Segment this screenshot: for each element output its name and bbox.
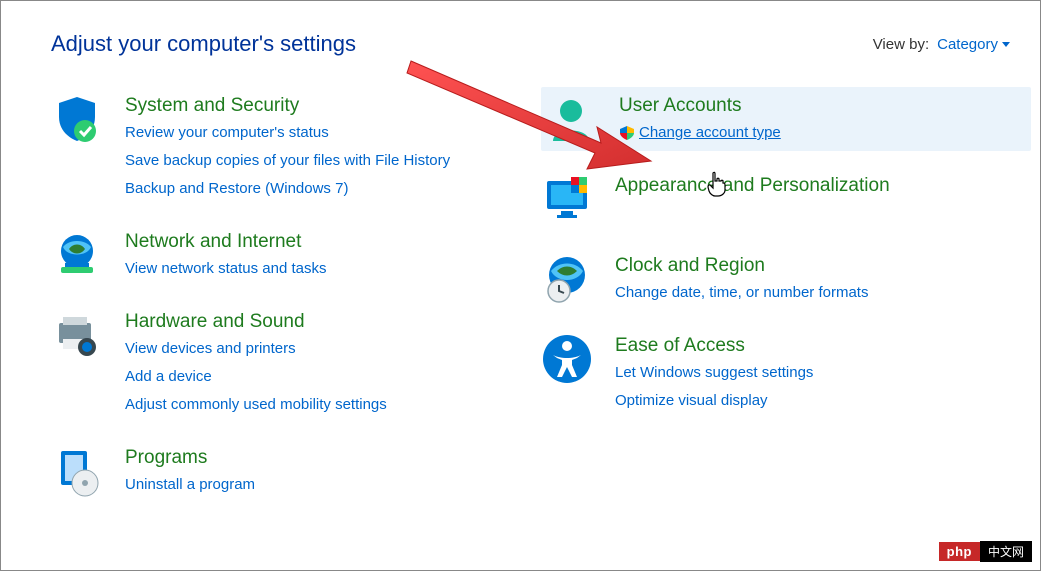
viewby-label: View by: bbox=[873, 36, 929, 53]
right-column: User Accounts Change account type Appear… bbox=[541, 87, 1031, 519]
category-clock-region: Clock and Region Change date, time, or n… bbox=[541, 247, 1031, 311]
link-file-history[interactable]: Save backup copies of your files with Fi… bbox=[125, 149, 450, 173]
link-devices-printers[interactable]: View devices and printers bbox=[125, 337, 387, 361]
printer-camera-icon bbox=[51, 309, 103, 361]
watermark-red-text: php bbox=[939, 542, 980, 561]
shield-check-icon bbox=[51, 93, 103, 145]
link-backup-restore[interactable]: Backup and Restore (Windows 7) bbox=[125, 177, 450, 201]
category-ease-access: Ease of Access Let Windows suggest setti… bbox=[541, 327, 1031, 419]
category-title-programs[interactable]: Programs bbox=[125, 447, 255, 469]
link-mobility-settings[interactable]: Adjust commonly used mobility settings bbox=[125, 393, 387, 417]
category-title-network[interactable]: Network and Internet bbox=[125, 231, 327, 253]
link-date-time-formats[interactable]: Change date, time, or number formats bbox=[615, 281, 868, 305]
viewby-dropdown[interactable]: Category bbox=[937, 36, 1010, 53]
category-user-accounts: User Accounts Change account type bbox=[541, 87, 1031, 151]
viewby-value-text: Category bbox=[937, 36, 998, 53]
category-network: Network and Internet View network status… bbox=[51, 223, 541, 287]
category-hardware: Hardware and Sound View devices and prin… bbox=[51, 303, 541, 423]
category-title-clock-region[interactable]: Clock and Region bbox=[615, 255, 868, 277]
viewby: View by: Category bbox=[873, 36, 1010, 53]
left-column: System and Security Review your computer… bbox=[51, 87, 541, 519]
link-uninstall[interactable]: Uninstall a program bbox=[125, 473, 255, 497]
category-system-security: System and Security Review your computer… bbox=[51, 87, 541, 207]
link-network-status[interactable]: View network status and tasks bbox=[125, 257, 327, 281]
chevron-down-icon bbox=[1002, 42, 1010, 47]
user-account-icon bbox=[545, 93, 597, 145]
link-change-account-type-text: Change account type bbox=[639, 121, 781, 145]
watermark: php 中文网 bbox=[939, 541, 1032, 562]
categories-container: System and Security Review your computer… bbox=[1, 67, 1040, 519]
category-appearance: Appearance and Personalization bbox=[541, 167, 1031, 231]
link-optimize-display[interactable]: Optimize visual display bbox=[615, 389, 813, 413]
accessibility-icon bbox=[541, 333, 593, 385]
category-title-user-accounts[interactable]: User Accounts bbox=[619, 95, 781, 117]
category-programs: Programs Uninstall a program bbox=[51, 439, 541, 503]
category-title-appearance[interactable]: Appearance and Personalization bbox=[615, 175, 890, 197]
link-change-account-type[interactable]: Change account type bbox=[619, 121, 781, 145]
globe-clock-icon bbox=[541, 253, 593, 305]
link-add-device[interactable]: Add a device bbox=[125, 365, 387, 389]
header: Adjust your computer's settings View by:… bbox=[1, 1, 1040, 67]
globe-network-icon bbox=[51, 229, 103, 281]
uac-shield-icon bbox=[619, 125, 635, 141]
programs-disc-icon bbox=[51, 445, 103, 497]
category-title-hardware[interactable]: Hardware and Sound bbox=[125, 311, 387, 333]
monitor-colors-icon bbox=[541, 173, 593, 225]
category-title-system-security[interactable]: System and Security bbox=[125, 95, 450, 117]
link-review-status[interactable]: Review your computer's status bbox=[125, 121, 450, 145]
link-suggest-settings[interactable]: Let Windows suggest settings bbox=[615, 361, 813, 385]
watermark-black-text: 中文网 bbox=[980, 541, 1032, 562]
category-title-ease-access[interactable]: Ease of Access bbox=[615, 335, 813, 357]
page-title: Adjust your computer's settings bbox=[51, 31, 356, 57]
